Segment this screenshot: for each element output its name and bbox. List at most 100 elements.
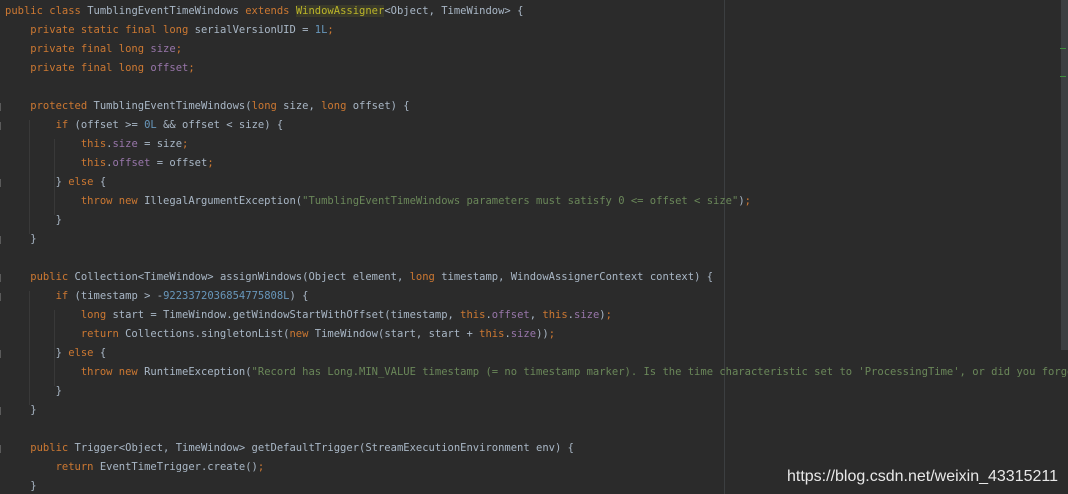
code-token: ; (207, 157, 214, 169)
code-line[interactable]: protected TumblingEventTimeWindows(long … (0, 97, 1068, 116)
code-token: ; (744, 195, 751, 207)
code-token: protected (5, 100, 94, 112)
code-token: } (5, 347, 69, 359)
code-line[interactable]: } (0, 382, 1068, 401)
indent-guide (54, 310, 55, 386)
code-text: long start = TimeWindow.getWindowStartWi… (5, 306, 612, 325)
code-line[interactable]: this.size = size; (0, 135, 1068, 154)
code-token: Trigger<Object, TimeWindow> getDefaultTr… (74, 442, 574, 454)
code-text: protected TumblingEventTimeWindows(long … (5, 97, 410, 116)
code-line[interactable]: } (0, 230, 1068, 249)
fold-marker-icon[interactable] (0, 179, 4, 187)
code-token: public (5, 271, 75, 283)
code-token: } (5, 176, 69, 188)
code-line[interactable]: throw new RuntimeException("Record has L… (0, 363, 1068, 382)
code-text: return EventTimeTrigger.create(); (5, 458, 265, 477)
code-token: offset (491, 309, 530, 321)
code-text: if (timestamp > -9223372036854775808L) { (5, 287, 309, 306)
code-token: } (5, 480, 37, 492)
code-line[interactable] (0, 249, 1068, 268)
code-line[interactable]: long start = TimeWindow.getWindowStartWi… (0, 306, 1068, 325)
code-token: size (574, 309, 600, 321)
code-token: ; (327, 24, 334, 36)
code-token: throw new (5, 195, 145, 207)
fold-marker-icon[interactable] (0, 293, 4, 301)
code-line[interactable]: } else { (0, 344, 1068, 363)
code-token: ; (175, 43, 183, 55)
fold-marker-icon[interactable] (0, 122, 4, 130)
code-token: { (99, 176, 107, 188)
code-line[interactable]: this.offset = offset; (0, 154, 1068, 173)
code-token: ; (257, 461, 265, 473)
code-token: private final long (5, 62, 151, 74)
code-line[interactable]: public Trigger<Object, TimeWindow> getDe… (0, 439, 1068, 458)
code-line[interactable]: } (0, 401, 1068, 420)
code-token: offset) { (352, 100, 410, 112)
indent-guide (29, 120, 30, 234)
code-line[interactable]: private final long size; (0, 40, 1068, 59)
code-token: 9223372036854775808L (163, 290, 290, 302)
code-token: return (5, 461, 100, 473)
code-line[interactable]: throw new IllegalArgumentException("Tumb… (0, 192, 1068, 211)
code-line[interactable] (0, 420, 1068, 439)
code-token: long (321, 100, 353, 112)
watermark: https://blog.csdn.net/weixin_43315211 (786, 468, 1058, 485)
indent-guide (29, 291, 30, 405)
code-token: if (5, 119, 75, 131)
fold-marker-icon[interactable] (0, 103, 4, 111)
change-marker (1060, 76, 1066, 77)
code-token: private static final long (5, 24, 195, 36)
code-token: Collection<TimeWindow> assignWindows(Obj… (74, 271, 410, 283)
code-line[interactable]: public class TumblingEventTimeWindows ex… (0, 2, 1068, 21)
code-token: ; (548, 328, 556, 340)
code-line[interactable]: public Collection<TimeWindow> assignWind… (0, 268, 1068, 287)
fold-marker-icon[interactable] (0, 407, 4, 415)
code-token: offset (112, 157, 157, 169)
change-marker (1060, 48, 1066, 49)
code-text: public Trigger<Object, TimeWindow> getDe… (5, 439, 574, 458)
code-text: } (5, 230, 37, 249)
code-token: size (150, 43, 176, 55)
code-line[interactable]: return Collections.singletonList(new Tim… (0, 325, 1068, 344)
fold-marker-icon[interactable] (0, 350, 4, 358)
code-editor[interactable]: public class TumblingEventTimeWindows ex… (0, 0, 1068, 494)
code-token: offset (150, 62, 189, 74)
code-line[interactable]: if (timestamp > -9223372036854775808L) { (0, 287, 1068, 306)
code-line[interactable]: if (offset >= 0L && offset < size) { (0, 116, 1068, 135)
code-text: } else { (5, 344, 107, 363)
code-token: else (68, 176, 100, 188)
code-text: public Collection<TimeWindow> assignWind… (5, 268, 713, 287)
code-token: throw new (5, 366, 145, 378)
code-line[interactable]: } else { (0, 173, 1068, 192)
code-token: this (479, 328, 505, 340)
code-token: ) { (289, 290, 309, 302)
code-line[interactable]: private static final long serialVersionU… (0, 21, 1068, 40)
fold-marker-icon[interactable] (0, 236, 4, 244)
code-token: ; (182, 138, 189, 150)
code-line[interactable] (0, 78, 1068, 97)
code-token: } (5, 214, 62, 226)
code-token: "TumblingEventTimeWindows parameters mus… (302, 195, 739, 207)
code-token: TumblingEventTimeWindows( (93, 100, 252, 112)
code-token: this (542, 309, 568, 321)
code-token: serialVersionUID = (194, 24, 315, 36)
code-token: public (5, 442, 75, 454)
vertical-scrollbar[interactable] (1061, 0, 1068, 350)
code-text: } else { (5, 173, 107, 192)
code-line[interactable]: } (0, 211, 1068, 230)
code-line[interactable]: private final long offset; (0, 59, 1068, 78)
code-token: ; (188, 62, 195, 74)
code-token: this (460, 309, 486, 321)
code-token: "Record has Long.MIN_VALUE timestamp (= … (251, 366, 1068, 378)
code-token: new (289, 328, 315, 340)
code-token: <Object, TimeWindow> { (384, 5, 524, 17)
code-lines: public class TumblingEventTimeWindows ex… (0, 2, 1068, 494)
code-token: } (5, 404, 37, 416)
code-token: public class (5, 5, 88, 17)
code-token: size (112, 138, 145, 150)
code-token: && offset < size) { (163, 119, 284, 131)
fold-marker-icon[interactable] (0, 445, 4, 453)
code-token: } (5, 233, 37, 245)
code-token: long (409, 271, 442, 283)
fold-marker-icon[interactable] (0, 274, 4, 282)
